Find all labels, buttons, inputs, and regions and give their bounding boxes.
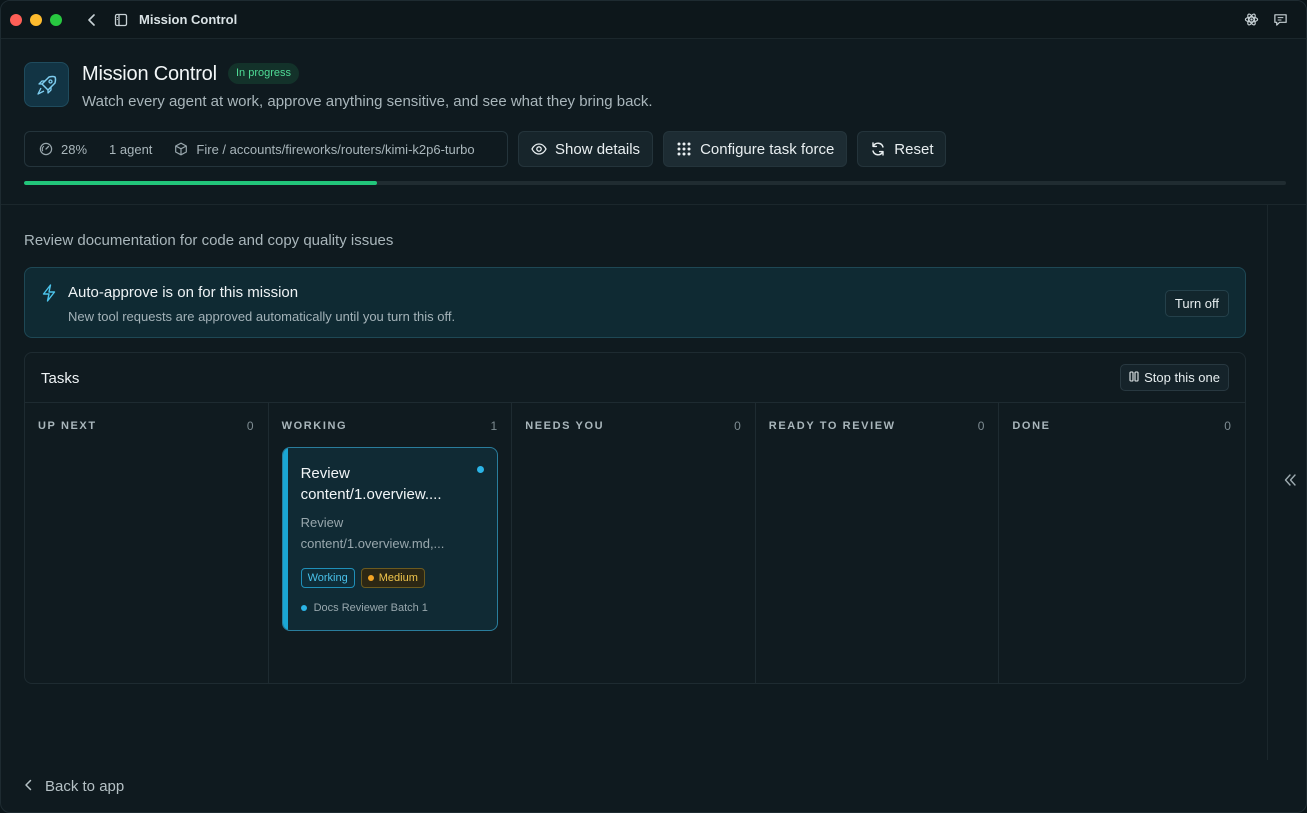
- banner-title: Auto-approve is on for this mission: [68, 284, 299, 301]
- column-count: 0: [246, 419, 254, 433]
- progress-percent: 28%: [61, 141, 88, 157]
- configure-task-force-label: Configure task force: [700, 140, 835, 158]
- priority-dot: [367, 575, 374, 581]
- status-badge: In progress: [228, 63, 300, 84]
- column-label: READY TO REVIEW: [768, 420, 896, 432]
- reset-button[interactable]: Reset: [857, 131, 947, 167]
- chevron-left-icon: [24, 778, 33, 795]
- page-subtitle: Watch every agent at work, approve anyth…: [82, 93, 653, 110]
- back-chevron-icon[interactable]: [84, 12, 100, 28]
- sidebar-icon[interactable]: [114, 12, 130, 28]
- task-tags: Working Medium: [300, 568, 425, 588]
- column-needs-you: NEEDS YOU 0: [512, 403, 756, 683]
- title-bar: Mission Control: [1, 1, 1306, 39]
- window-controls: [10, 13, 62, 26]
- tasks-board: Tasks Stop this one UP NEXT 0 WORKING 1 …: [24, 352, 1246, 684]
- mission-toolbar: 28% 1 agent Fire / accounts/fireworks/ro…: [24, 131, 947, 167]
- column-done: DONE 0: [999, 403, 1245, 683]
- double-chevron-left-icon[interactable]: [1283, 473, 1297, 492]
- banner-subtitle: New tool requests are approved automatic…: [68, 309, 456, 324]
- cube-icon: [174, 142, 188, 156]
- header-divider: [1, 204, 1306, 205]
- auto-approve-banner: Auto-approve is on for this mission New …: [24, 267, 1246, 338]
- pause-icon: [1129, 370, 1139, 385]
- column-count: 0: [734, 419, 741, 433]
- column-count: 1: [490, 419, 498, 433]
- task-activity-dot: [476, 466, 484, 473]
- agent-count: 1 agent: [109, 141, 153, 157]
- column-label: NEEDS YOU: [525, 420, 605, 432]
- task-description: Review content/1.overview.md,...: [300, 515, 445, 551]
- column-count: 0: [1224, 419, 1231, 433]
- mission-meta: 28% 1 agent Fire / accounts/fireworks/ro…: [24, 131, 508, 167]
- bolt-icon: [41, 284, 57, 307]
- column-count: 0: [977, 419, 985, 433]
- mission-progress-bar: [24, 181, 1286, 185]
- tasks-title: Tasks: [41, 370, 80, 387]
- right-panel-divider: [1267, 205, 1268, 760]
- column-up-next: UP NEXT 0: [25, 403, 269, 683]
- reset-label: Reset: [894, 140, 934, 158]
- back-to-app-label: Back to app: [45, 778, 125, 795]
- task-title: Review content/1.overview....: [300, 465, 442, 503]
- grid-icon: [676, 141, 692, 157]
- refresh-icon: [870, 141, 886, 157]
- page-title: Mission Control: [82, 63, 217, 85]
- status-tag: Working: [300, 568, 355, 588]
- task-agent: Docs Reviewer Batch 1: [300, 602, 428, 614]
- column-label: WORKING: [281, 420, 348, 432]
- gauge-icon: [39, 142, 53, 156]
- column-ready-to-review: READY TO REVIEW 0: [756, 403, 1000, 683]
- title-bar-actions: [1244, 12, 1288, 32]
- show-details-label: Show details: [555, 140, 641, 158]
- task-columns: UP NEXT 0 WORKING 1 Review content/1.ove…: [25, 403, 1245, 683]
- app-window: Mission Control Mission Control In progr…: [0, 0, 1307, 813]
- agent-dot: [300, 605, 307, 611]
- model-route: Fire / accounts/fireworks/routers/kimi-k…: [196, 141, 475, 157]
- column-label: DONE: [1012, 420, 1051, 432]
- configure-task-force-button[interactable]: Configure task force: [663, 131, 848, 167]
- tasks-header: Tasks Stop this one: [25, 353, 1245, 403]
- turn-off-button[interactable]: Turn off: [1164, 290, 1229, 317]
- rocket-icon: [24, 62, 69, 107]
- priority-tag: Medium: [360, 568, 425, 588]
- mission-description: Review documentation for code and copy q…: [24, 232, 394, 249]
- eye-icon: [531, 141, 547, 157]
- chat-icon[interactable]: [1273, 12, 1288, 32]
- window-title: Mission Control: [139, 12, 238, 27]
- priority-label: Medium: [378, 572, 418, 584]
- column-working: WORKING 1 Review content/1.overview.... …: [269, 403, 513, 683]
- stop-this-one-button[interactable]: Stop this one: [1120, 364, 1229, 391]
- close-window-button[interactable]: [10, 13, 22, 26]
- minimize-window-button[interactable]: [30, 13, 42, 26]
- column-label: UP NEXT: [38, 420, 97, 432]
- stop-this-one-label: Stop this one: [1144, 370, 1220, 385]
- mission-progress-fill: [24, 181, 378, 185]
- task-card-accent: [282, 448, 288, 630]
- zoom-window-button[interactable]: [50, 13, 62, 26]
- atom-icon[interactable]: [1244, 12, 1259, 32]
- agent-name: Docs Reviewer Batch 1: [313, 602, 428, 614]
- task-card[interactable]: Review content/1.overview.... Review con…: [281, 447, 498, 631]
- show-details-button[interactable]: Show details: [518, 131, 654, 167]
- back-to-app-link[interactable]: Back to app: [24, 778, 124, 795]
